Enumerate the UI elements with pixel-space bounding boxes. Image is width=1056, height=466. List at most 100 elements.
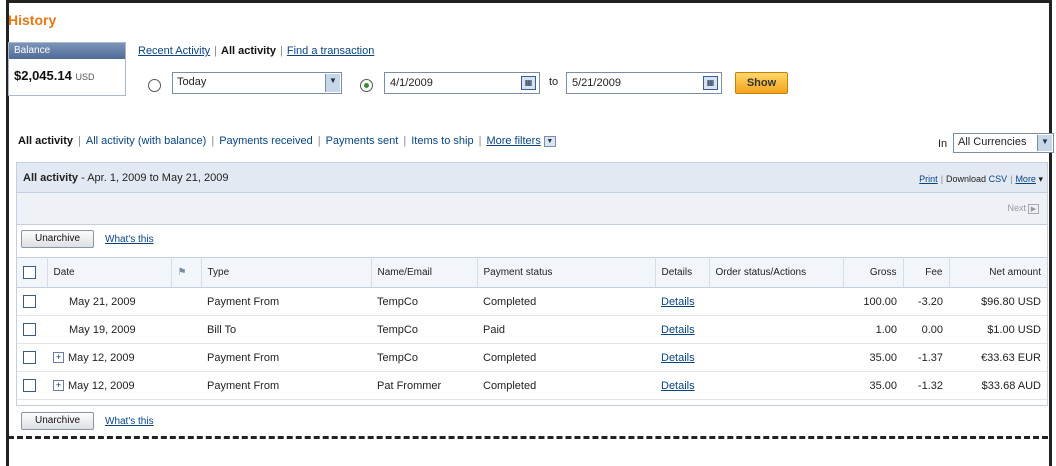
activity-panel: All activity - Apr. 1, 2009 to May 21, 2…: [16, 162, 1048, 430]
download-label: Download: [946, 174, 987, 184]
more-link[interactable]: More: [1015, 174, 1036, 184]
details-link[interactable]: Details: [661, 296, 695, 308]
tab-all-activity[interactable]: All activity: [18, 135, 73, 147]
cell-type: Payment From: [201, 343, 371, 372]
to-label: to: [549, 76, 559, 88]
cell-type: Payment From: [201, 287, 371, 316]
row-select: [17, 315, 47, 344]
date-preset-value: Today: [177, 76, 207, 88]
row-checkbox[interactable]: [23, 351, 36, 364]
calendar-icon[interactable]: ▦: [521, 76, 536, 90]
col-order: Order status/Actions: [709, 257, 844, 288]
table-row: May 19, 2009 Bill To TempCo Paid Details…: [17, 315, 1047, 344]
cell-status: Completed: [477, 371, 655, 400]
col-fee[interactable]: Fee: [903, 257, 950, 288]
panel-title-bold: All activity: [23, 172, 79, 184]
cell-type: Bill To: [201, 315, 371, 344]
cell-type: Payment From: [201, 371, 371, 400]
from-date-input[interactable]: 4/1/2009 ▦: [384, 72, 540, 94]
cell-fee: -1.32: [903, 371, 949, 400]
select-all-header: [17, 257, 48, 288]
cell-order: [709, 315, 843, 344]
preset-radio[interactable]: [148, 79, 161, 92]
currency-select-value: All Currencies: [958, 136, 1027, 148]
select-all-checkbox[interactable]: [23, 266, 36, 279]
next-page[interactable]: Next ▶: [1007, 203, 1039, 214]
next-label: Next: [1007, 203, 1026, 213]
tab-payments-received[interactable]: Payments received: [219, 135, 313, 147]
cell-fee: 0.00: [903, 315, 949, 344]
row-checkbox[interactable]: [23, 295, 36, 308]
tab-payments-sent[interactable]: Payments sent: [326, 135, 399, 147]
tab-all-activity-balance[interactable]: All activity (with balance): [86, 135, 206, 147]
whats-this-link[interactable]: What's this: [105, 234, 154, 245]
cell-status: Paid: [477, 315, 655, 344]
action-row-top: Unarchive What's this: [17, 227, 317, 253]
panel-title: All activity - Apr. 1, 2009 to May 21, 2…: [23, 172, 228, 184]
unarchive-button[interactable]: Unarchive: [21, 230, 94, 248]
recent-activity-link[interactable]: Recent Activity: [138, 45, 210, 57]
activity-filter-tabs: All activity | All activity (with balance)…: [18, 135, 556, 147]
cell-gross: 35.00: [843, 371, 903, 400]
panel-header: All activity - Apr. 1, 2009 to May 21, 2…: [17, 163, 1047, 193]
csv-link[interactable]: CSV: [989, 174, 1008, 184]
balance-value: $2,045.14: [14, 68, 72, 83]
more-filters-link[interactable]: More filters: [486, 135, 540, 147]
cell-order: [709, 371, 843, 400]
cell-name: Pat Frommer: [371, 371, 477, 400]
col-status[interactable]: Payment status: [477, 257, 656, 288]
col-flag: ⚑: [171, 257, 202, 288]
details-link[interactable]: Details: [661, 352, 695, 364]
details-link[interactable]: Details: [661, 380, 695, 392]
cell-gross: 1.00: [843, 315, 903, 344]
currency-select[interactable]: All Currencies ▼: [953, 133, 1054, 153]
col-gross[interactable]: Gross: [843, 257, 904, 288]
all-activity-current: All activity: [221, 45, 277, 57]
show-button[interactable]: Show: [735, 72, 788, 94]
separator: |: [78, 135, 81, 147]
range-radio[interactable]: [360, 79, 373, 92]
col-date[interactable]: Date: [47, 257, 172, 288]
flag-icon: ⚑: [177, 267, 187, 278]
separator: |: [478, 135, 482, 147]
calendar-icon[interactable]: ▦: [703, 76, 718, 90]
cell-gross: 35.00: [843, 343, 903, 372]
panel-title-range: - Apr. 1, 2009 to May 21, 2009: [78, 172, 229, 184]
col-net[interactable]: Net amount: [949, 257, 1047, 288]
find-transaction-link[interactable]: Find a transaction: [287, 45, 374, 57]
cell-details: Details: [655, 287, 709, 316]
cell-details: Details: [655, 343, 709, 372]
separator: |: [317, 135, 321, 147]
print-link[interactable]: Print: [919, 174, 938, 184]
transactions-table: Date ⚑ Type Name/Email Payment status De…: [17, 257, 1047, 400]
page-cut-divider: [8, 436, 1048, 439]
date-preset-select[interactable]: Today ▼: [172, 72, 342, 94]
row-select: [17, 287, 47, 316]
whats-this-link[interactable]: What's this: [105, 416, 154, 427]
col-details: Details: [655, 257, 710, 288]
details-link[interactable]: Details: [661, 324, 695, 336]
unarchive-button[interactable]: Unarchive: [21, 412, 94, 430]
row-checkbox[interactable]: [23, 379, 36, 392]
cell-net: $1.00 USD: [949, 315, 1047, 344]
cell-fee: -1.37: [903, 343, 949, 372]
col-type[interactable]: Type: [201, 257, 372, 288]
chevron-down-icon[interactable]: ▾: [1038, 174, 1043, 184]
table-header-row: Date ⚑ Type Name/Email Payment status De…: [17, 257, 1047, 288]
row-checkbox[interactable]: [23, 323, 36, 336]
to-date-input[interactable]: 5/21/2009 ▦: [566, 72, 722, 94]
cell-date: May 21, 2009: [47, 287, 171, 316]
page-title: History: [8, 12, 57, 28]
col-name[interactable]: Name/Email: [371, 257, 478, 288]
cell-name: TempCo: [371, 287, 477, 316]
cell-details: Details: [655, 315, 709, 344]
chevron-down-icon[interactable]: ▼: [543, 135, 556, 147]
separator: |: [940, 174, 944, 184]
row-select: [17, 371, 47, 400]
expand-icon[interactable]: +: [53, 380, 64, 392]
tab-items-to-ship[interactable]: Items to ship: [411, 135, 473, 147]
expand-icon[interactable]: +: [53, 352, 64, 364]
cell-net: $96.80 USD: [949, 287, 1047, 316]
cell-date: May 19, 2009: [47, 315, 171, 344]
separator: |: [403, 135, 407, 147]
